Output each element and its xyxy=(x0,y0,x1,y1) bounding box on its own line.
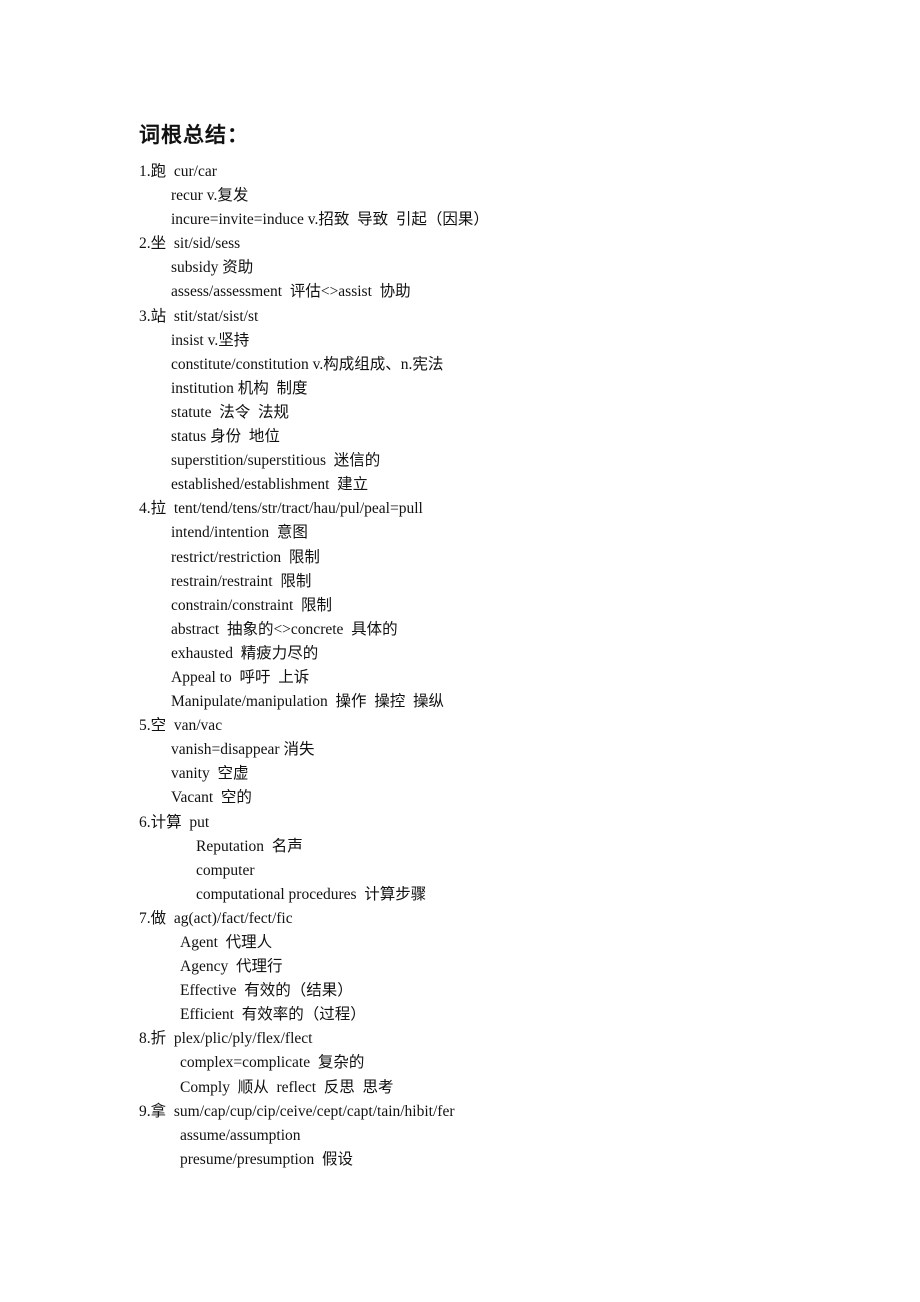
section-heading: 5.空 van/vac xyxy=(139,717,223,735)
root-section: 2.坐 sit/sid/sess subsidy 资助 assess/assessm… xyxy=(139,232,859,304)
vocab-entry: incure=invite=induce v.招致 导致 引起（因果） xyxy=(171,211,489,229)
word-root-list: 1.跑 cur/car recur v.复发 incure=invite=induc… xyxy=(139,160,859,1172)
vocab-entry: restrict/restriction 限制 xyxy=(171,548,320,566)
vocab-entry: vanish=disappear 消失 xyxy=(171,741,315,759)
vocab-entry: Appeal to 呼吁 上诉 xyxy=(171,668,310,686)
vocab-entry: assume/assumption xyxy=(180,1126,301,1144)
root-section: 3.站 stit/stat/sist/st insist v.坚持 constitu… xyxy=(139,305,859,498)
vocab-entry: vanity 空虚 xyxy=(171,765,249,783)
vocab-entry: Efficient 有效率的（过程） xyxy=(180,1006,366,1024)
root-section: 8.折 plex/plic/ply/flex/flect complex=comp… xyxy=(139,1027,859,1099)
vocab-entry: superstition/superstitious 迷信的 xyxy=(171,452,381,470)
vocab-entry: Vacant 空的 xyxy=(171,789,252,807)
section-heading: 3.站 stit/stat/sist/st xyxy=(139,307,259,325)
root-section: 4.拉 tent/tend/tens/str/tract/hau/pul/pea… xyxy=(139,497,859,714)
vocab-entry: constitute/constitution v.构成组成、n.宪法 xyxy=(171,355,444,373)
section-heading: 2.坐 sit/sid/sess xyxy=(139,235,241,253)
vocab-entry: subsidy 资助 xyxy=(171,259,254,277)
vocab-entry: Manipulate/manipulation 操作 操控 操纵 xyxy=(171,693,444,711)
vocab-entry: exhausted 精疲力尽的 xyxy=(171,644,319,662)
root-section: 5.空 van/vac vanish=disappear 消失 vanity 空虚 V… xyxy=(139,714,859,810)
vocab-entry: complex=complicate 复杂的 xyxy=(180,1054,365,1072)
vocab-entry: established/establishment 建立 xyxy=(171,476,369,494)
vocab-entry: statute 法令 法规 xyxy=(171,403,289,421)
vocab-entry: computational procedures 计算步骤 xyxy=(196,885,427,903)
vocab-entry: presume/presumption 假设 xyxy=(180,1150,354,1168)
root-section: 9.拿 sum/cap/cup/cip/ceive/cept/capt/tain… xyxy=(139,1100,859,1172)
document-page: 词根总结： 1.跑 cur/car recur v.复发 incure=invite… xyxy=(0,0,920,1302)
vocab-entry: computer xyxy=(196,861,255,879)
vocab-entry: constrain/constraint 限制 xyxy=(171,596,332,614)
vocab-entry: Comply 顺从 reflect 反思 思考 xyxy=(180,1078,394,1096)
vocab-entry: Reputation 名声 xyxy=(196,837,303,855)
section-heading: 4.拉 tent/tend/tens/str/tract/hau/pul/pea… xyxy=(139,500,423,518)
section-heading: 6.计算 put xyxy=(139,813,210,831)
section-heading: 1.跑 cur/car xyxy=(139,163,217,180)
vocab-entry: Agency 代理行 xyxy=(180,958,283,976)
root-section: 6.计算 put Reputation 名声 computer computation… xyxy=(139,811,859,907)
vocab-entry: institution 机构 制度 xyxy=(171,379,308,397)
document-title: 词根总结： xyxy=(139,123,249,147)
vocab-entry: Agent 代理人 xyxy=(180,934,273,951)
section-heading: 9.拿 sum/cap/cup/cip/ceive/cept/capt/tain… xyxy=(139,1102,455,1120)
vocab-entry: status 身份 地位 xyxy=(171,428,280,446)
vocab-entry: Effective 有效的（结果） xyxy=(180,982,353,1000)
vocab-entry: intend/intention 意图 xyxy=(171,524,308,542)
vocab-entry: abstract 抽象的<>concrete 具体的 xyxy=(171,620,398,638)
vocab-entry: recur v.复发 xyxy=(171,187,249,205)
vocab-entry: insist v.坚持 xyxy=(171,331,250,349)
root-section: 1.跑 cur/car recur v.复发 incure=invite=induc… xyxy=(139,160,859,232)
vocab-entry: assess/assessment 评估<>assist 协助 xyxy=(171,283,411,301)
section-heading: 7.做 ag(act)/fact/fect/fic xyxy=(139,909,293,927)
root-section: 7.做 ag(act)/fact/fect/fic Agent 代理人 Agency… xyxy=(139,907,859,1027)
vocab-entry: restrain/restraint 限制 xyxy=(171,572,312,590)
section-heading: 8.折 plex/plic/ply/flex/flect xyxy=(139,1030,313,1048)
